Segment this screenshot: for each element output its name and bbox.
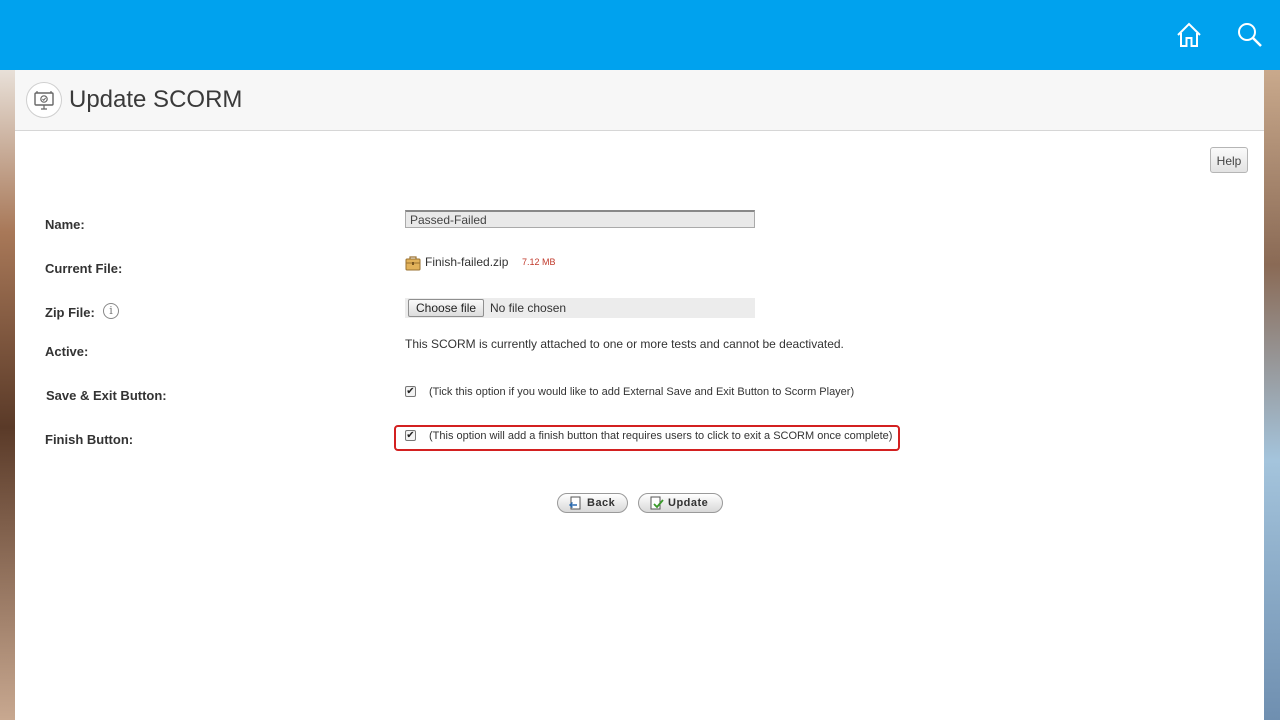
help-button[interactable]: Help — [1210, 147, 1248, 173]
search-icon[interactable] — [1235, 20, 1265, 50]
back-button[interactable]: Back — [557, 493, 628, 513]
background-photo-left — [0, 70, 15, 720]
current-file-name: Finish-failed.zip — [425, 255, 509, 269]
file-status-text: No file chosen — [490, 301, 567, 315]
page-title: Update SCORM — [69, 86, 243, 113]
info-icon[interactable]: i — [103, 303, 119, 319]
main-panel: Update SCORM Help Name: Current File: Fi… — [15, 70, 1264, 720]
back-label: Back — [587, 497, 616, 509]
back-icon — [569, 496, 581, 510]
finish-checkbox[interactable]: ✔ — [405, 430, 416, 441]
zip-file-picker: Choose file No file chosen — [405, 298, 755, 318]
current-file-label: Current File: — [45, 261, 123, 276]
update-label: Update — [668, 497, 709, 509]
update-button[interactable]: Update — [638, 493, 723, 513]
scorm-package-icon — [26, 82, 62, 118]
background-photo-right — [1264, 70, 1280, 720]
zip-file-label: Zip File: — [45, 305, 95, 320]
home-icon[interactable] — [1174, 20, 1204, 50]
panel-header: Update SCORM — [15, 70, 1264, 131]
finish-description: (This option will add a finish button th… — [429, 430, 893, 442]
update-icon — [650, 496, 664, 510]
save-exit-checkbox[interactable]: ✔ — [405, 386, 416, 397]
current-file-size: 7.12 MB — [522, 257, 556, 267]
top-navigation-bar — [0, 0, 1280, 70]
name-label: Name: — [45, 217, 85, 232]
active-label: Active: — [45, 344, 89, 359]
zip-archive-icon — [405, 255, 421, 276]
save-exit-label: Save & Exit Button: — [46, 388, 167, 403]
save-exit-description: (Tick this option if you would like to a… — [429, 386, 855, 398]
choose-file-button[interactable]: Choose file — [408, 299, 485, 317]
finish-label: Finish Button: — [45, 432, 134, 447]
active-status-text: This SCORM is currently attached to one … — [405, 337, 844, 351]
name-input[interactable] — [405, 210, 755, 228]
